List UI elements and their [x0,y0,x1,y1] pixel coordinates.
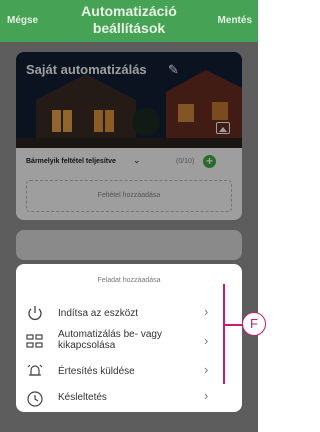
task-item-label: Automatizálás be- vagy kikapcsolása [58,329,162,351]
callout-marker: F [242,312,266,336]
edit-name-icon[interactable]: ✎ [168,62,179,78]
automation-name: Saját automatizálás [26,62,147,77]
add-condition-button[interactable]: Feltétel hozzáadása [26,180,232,212]
condition-count: (0/10) [176,158,195,165]
automation-card: Saját automatizálás ✎ Bármelyik feltétel… [16,52,242,220]
power-icon [28,306,42,321]
task-section-card [16,230,242,260]
add-condition-plus-icon[interactable]: + [203,155,216,168]
condition-row: Bármelyik feltétel teljesítve ⌄ (0/10) + [16,148,242,178]
task-item-label: Késleltetés [58,392,107,403]
add-condition-label: Feltétel hozzáadása [97,192,161,199]
task-item-label: Értesítés küldése [58,366,135,377]
task-item-toggle-automation[interactable]: Automatizálás be- vagy kikapcsolása › [16,324,242,358]
add-task-sheet: Feladat hozzáadása Indítsa az eszközt › … [16,264,242,412]
cancel-button[interactable]: Mégse [7,15,38,26]
condition-mode-label[interactable]: Bármelyik feltétel teljesítve [26,158,116,165]
top-bar: Mégse Automatizáció beállítások Mentés [0,0,258,42]
automation-banner-image: Saját automatizálás ✎ [16,52,242,148]
alarm-bell-icon [27,364,43,376]
sheet-title: Feladat hozzáadása [97,277,161,284]
chevron-right-icon: › [204,333,209,348]
task-item-send-notification[interactable]: Értesítés küldése › [16,358,242,386]
scrollbar[interactable] [223,284,225,384]
page-title: Automatizáció beállítások [81,3,177,36]
clock-icon [27,391,43,407]
chevron-right-icon: › [204,388,209,403]
change-image-icon[interactable] [216,122,230,134]
save-button[interactable]: Mentés [218,15,252,26]
phone-screen: Mégse Automatizáció beállítások Mentés S… [0,0,258,432]
task-item-label: Indítsa az eszközt [58,308,139,319]
chevron-right-icon: › [204,362,209,377]
task-item-delay[interactable]: Késleltetés › [16,386,242,414]
chevron-down-icon[interactable]: ⌄ [133,155,141,166]
chevron-right-icon: › [204,304,209,319]
automation-toggle-icon [26,334,43,348]
